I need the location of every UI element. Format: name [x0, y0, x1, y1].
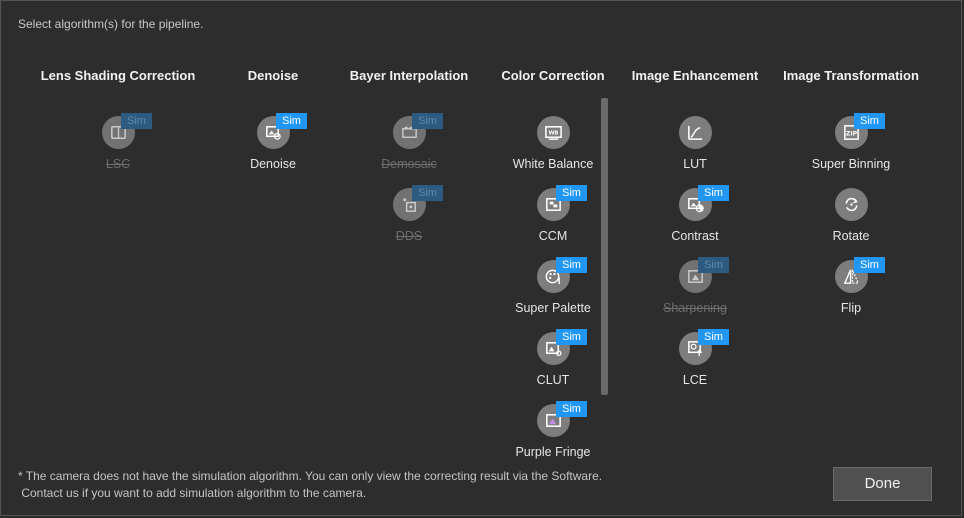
algorithm-lut[interactable]: LUT — [625, 116, 765, 184]
sim-badge: Sim — [556, 185, 587, 201]
footnote-line-1: * The camera does not have the simulatio… — [18, 469, 603, 483]
column-color-correction: Color Correction WB White Balance Sim CCM Si… — [493, 67, 613, 459]
algorithm-label: Denoise — [250, 157, 296, 171]
column-title: Image Transformation — [783, 68, 919, 83]
sim-badge: Sim — [556, 329, 587, 345]
lut-icon — [679, 116, 712, 149]
algorithm-lsc[interactable]: Sim LSC — [33, 113, 203, 184]
column-image-transformation: Image Transformation ZIP Sim Super Binning… — [773, 67, 929, 315]
algorithm-lce[interactable]: Sim LCE — [625, 329, 765, 400]
svg-text:ZIP: ZIP — [846, 130, 858, 137]
algorithm-white-balance[interactable]: WB White Balance — [493, 116, 613, 184]
algorithm-label: Demosaic — [381, 157, 437, 171]
algorithm-ccm[interactable]: Sim CCM — [493, 185, 613, 256]
sim-badge: Sim — [412, 185, 443, 201]
algorithm-denoise[interactable]: Sim Denoise — [233, 113, 313, 184]
algorithm-label: Rotate — [832, 229, 870, 243]
algorithm-label: Flip — [840, 301, 862, 315]
color-correction-scrollbar[interactable] — [601, 98, 608, 395]
algorithm-sharpening[interactable]: Sim Sharpening — [625, 257, 765, 328]
algorithm-super-palette[interactable]: Sim Super Palette — [493, 257, 613, 328]
sim-badge: Sim — [698, 257, 729, 273]
svg-text:WB: WB — [549, 130, 559, 136]
algorithm-contrast[interactable]: Sim Contrast — [625, 185, 765, 256]
sim-badge: Sim — [121, 113, 152, 129]
sim-badge: Sim — [556, 401, 587, 417]
algorithm-super-binning[interactable]: ZIP Sim Super Binning — [773, 113, 929, 184]
rotate-icon — [835, 188, 868, 221]
instruction-text: Select algorithm(s) for the pipeline. — [18, 17, 204, 31]
sim-badge: Sim — [698, 329, 729, 345]
algorithm-dds[interactable]: Sim DDS — [344, 185, 474, 256]
column-title: Image Enhancement — [631, 68, 759, 83]
algorithm-label: Contrast — [671, 229, 719, 243]
algorithm-demosaic[interactable]: Sim Demosaic — [344, 113, 474, 184]
algorithm-label: Super Palette — [515, 301, 591, 315]
algorithm-label: White Balance — [512, 157, 594, 171]
column-denoise: Denoise Sim Denoise — [233, 67, 313, 171]
select-algorithm-dialog: Select algorithm(s) for the pipeline. Le… — [0, 0, 962, 516]
sim-badge: Sim — [556, 257, 587, 273]
done-button[interactable]: Done — [833, 467, 932, 501]
sim-badge: Sim — [854, 257, 885, 273]
column-title: Denoise — [247, 68, 299, 83]
sim-badge: Sim — [854, 113, 885, 129]
column-image-enhancement: Image Enhancement LUT Sim Contrast Sim Sharp… — [625, 67, 765, 387]
algorithm-label: LSC — [105, 157, 131, 171]
algorithm-clut[interactable]: Sim CLUT — [493, 329, 613, 400]
algorithm-label: Super Binning — [811, 157, 891, 171]
algorithm-label: Purple Fringe — [515, 445, 591, 459]
column-lens-shading-correction: Lens Shading Correction Sim LSC — [33, 67, 203, 171]
algorithm-label: LUT — [683, 157, 707, 171]
white-balance-icon: WB — [537, 116, 570, 149]
column-title: Bayer Interpolation — [349, 68, 469, 83]
sim-badge: Sim — [412, 113, 443, 129]
algorithm-label: Sharpening — [663, 301, 727, 315]
algorithm-rotate[interactable]: Rotate — [773, 188, 929, 256]
algorithm-label: CCM — [538, 229, 568, 243]
algorithm-flip[interactable]: Sim Flip — [773, 257, 929, 328]
column-title: Lens Shading Correction — [40, 68, 196, 83]
column-bayer-interpolation: Bayer Interpolation Sim Demosaic Sim DDS — [344, 67, 474, 243]
algorithm-label: DDS — [395, 229, 423, 243]
sim-badge: Sim — [276, 113, 307, 129]
algorithm-label: CLUT — [536, 373, 570, 387]
footnote-line-2: Contact us if you want to add simulation… — [18, 486, 367, 500]
algorithm-label: LCE — [682, 373, 708, 387]
sim-badge: Sim — [698, 185, 729, 201]
footnote: * The camera does not have the simulatio… — [18, 468, 602, 502]
algorithm-purple-fringe[interactable]: Sim Purple Fringe — [493, 401, 613, 472]
column-title: Color Correction — [501, 68, 605, 83]
